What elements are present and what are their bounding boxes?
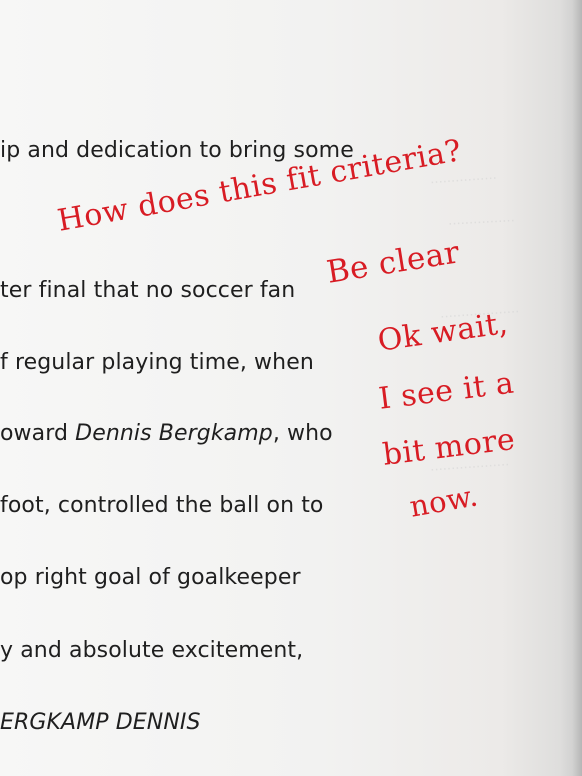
document-line-6: op right goal of goalkeeper — [0, 565, 301, 590]
paper-shadow — [560, 0, 582, 776]
document-line-2: ter final that no soccer fan — [0, 278, 296, 303]
handwritten-comment-now: now. — [407, 478, 481, 524]
document-line-7: y and absolute excitement, — [0, 638, 304, 663]
player-name: Dennis Bergkamp — [75, 421, 273, 446]
document-photo: ................ ................ ......… — [0, 0, 582, 776]
document-line-3: f regular playing time, when — [0, 350, 314, 375]
document-line-4-suffix: , who — [272, 421, 333, 446]
handwritten-comment-ok-wait: Ok wait, — [375, 305, 511, 359]
document-line-5: foot, controlled the ball on to — [0, 493, 324, 518]
document-footer: ERGKAMP DENNIS — [0, 710, 201, 735]
handwritten-comment-see-it: I see it a — [376, 365, 517, 417]
handwritten-comment-be-clear: Be clear — [324, 234, 463, 291]
bleed-through-text: ................ — [447, 208, 516, 229]
document-line-4: oward Dennis Bergkamp, who — [0, 421, 333, 446]
document-line-4-prefix: oward — [0, 421, 76, 446]
document-line-1: ip and dedication to bring some — [0, 138, 354, 163]
